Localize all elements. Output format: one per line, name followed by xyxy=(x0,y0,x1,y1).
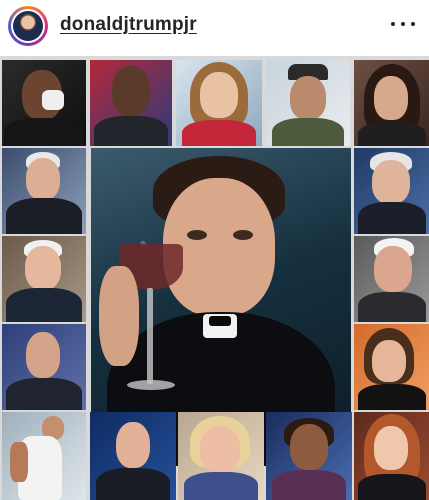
avatar-photo xyxy=(13,11,43,41)
collage-tile xyxy=(2,236,86,322)
collage-tile xyxy=(178,412,264,500)
collage-tile xyxy=(2,412,86,500)
username-link[interactable]: donaldjtrumpjr xyxy=(60,14,197,36)
collage-tile xyxy=(354,148,429,234)
collage-tile xyxy=(2,148,86,234)
collage-tile xyxy=(2,324,86,410)
collage-tile xyxy=(2,60,86,146)
collage-tile xyxy=(354,236,429,322)
collage-tile xyxy=(266,412,352,500)
post-header: donaldjtrumpjr xyxy=(0,0,429,54)
collage-tile xyxy=(176,60,262,146)
more-options-icon[interactable] xyxy=(391,14,415,34)
collage-tile xyxy=(354,412,429,500)
collage-tile xyxy=(354,60,429,146)
profile-avatar[interactable] xyxy=(8,6,48,46)
post-image[interactable] xyxy=(0,56,429,500)
collage-tile xyxy=(354,324,429,410)
collage-tile xyxy=(90,412,176,500)
collage-tile xyxy=(90,60,172,146)
collage-tile xyxy=(266,60,350,146)
